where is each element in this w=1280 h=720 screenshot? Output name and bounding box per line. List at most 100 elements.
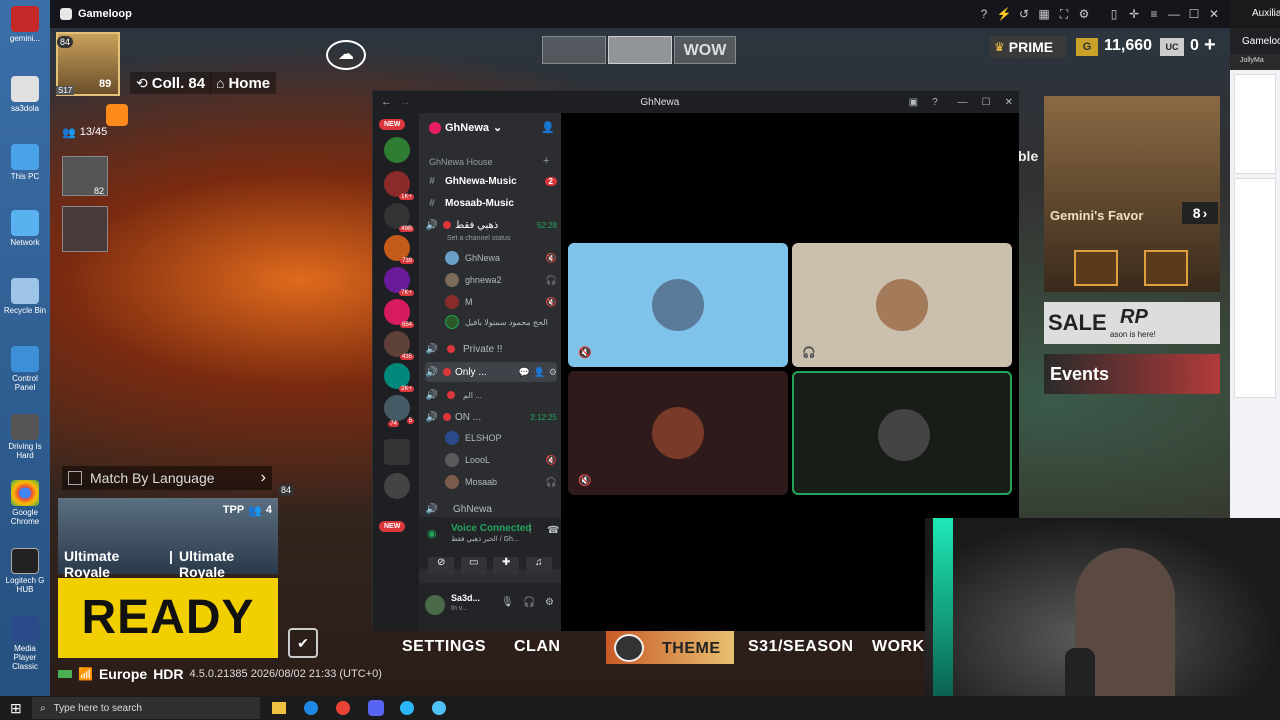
voice-user[interactable]: ghnewa2 🎧 [445, 271, 557, 289]
voice-channel[interactable]: 🔊 Only ... 💬 👤 ⚙ [425, 362, 557, 382]
close-icon[interactable]: ✕ [1005, 97, 1013, 108]
desktop-icon[interactable]: gemini... [2, 6, 48, 43]
edge-icon[interactable] [304, 701, 318, 715]
headphones-icon[interactable]: 🎧 [523, 597, 535, 608]
shop-cart-icon[interactable] [1144, 250, 1188, 286]
guild-icon[interactable] [384, 439, 410, 465]
participant-tile[interactable]: 🎧 [792, 243, 1012, 367]
app-icon[interactable] [400, 701, 414, 715]
ready-button[interactable]: READY [58, 578, 278, 658]
participant-tile-speaking[interactable] [792, 371, 1012, 495]
guild-icon[interactable] [384, 473, 410, 499]
taskbar-search[interactable]: ⌕ Type here to search [32, 697, 260, 719]
prime-button[interactable]: ♛ PRIME [990, 36, 1066, 58]
guild-icon[interactable]: 654 [384, 299, 414, 328]
tab-wow[interactable]: WOW [674, 36, 736, 64]
minimize-icon[interactable]: — [958, 97, 968, 108]
gear-icon[interactable]: ⚙ [549, 367, 557, 378]
file-explorer-icon[interactable] [272, 702, 286, 714]
desktop-icon[interactable]: Media Player Classic [2, 616, 48, 671]
voice-channel[interactable]: 🔊 Private !! [425, 339, 557, 359]
desktop-icon[interactable]: Google Chrome [2, 480, 48, 526]
add-uc-icon[interactable]: + [1204, 34, 1216, 57]
windows-start-icon[interactable]: ⊞ [10, 700, 22, 717]
invite-icon[interactable]: 👤 [534, 367, 545, 378]
noise-suppression-icon[interactable]: ⫶ [529, 525, 532, 536]
screen-share-icon[interactable]: ▭ [460, 557, 487, 575]
voice-connected-channel[interactable]: الحبر ذهبي فقط / Gh... [451, 535, 519, 543]
lightning-icon[interactable]: ⚡ [994, 7, 1014, 21]
menu-icon[interactable]: ≡ [1144, 7, 1164, 21]
menu-clan[interactable]: CLAN [514, 638, 560, 656]
tab-lobby[interactable] [542, 36, 606, 64]
bell-icon[interactable] [106, 104, 128, 126]
settings-icon[interactable]: ⚙ [1074, 7, 1094, 21]
chrome-icon[interactable] [336, 701, 350, 715]
voice-channel[interactable]: 🔊 ON ... 2:12:25 [425, 407, 557, 427]
desktop-icon[interactable]: Recycle Bin [2, 278, 48, 315]
maximize-icon[interactable]: ☐ [1184, 7, 1204, 21]
gemini-favor-panel[interactable]: Gemini's Favor 8 › [1044, 96, 1220, 292]
activities-icon[interactable]: ✚ [493, 557, 520, 575]
guild-icon[interactable] [384, 137, 410, 163]
back-icon[interactable]: ↺ [1014, 7, 1034, 21]
guild-icon[interactable]: 1K+ [384, 171, 414, 200]
server-header[interactable]: GhNewa ⌄ [429, 121, 502, 134]
guild-icon[interactable]: 7K+ [384, 267, 414, 296]
menu-theme[interactable]: THEME [662, 640, 721, 658]
voice-user[interactable]: الحج محمود سمنولا بافيل [445, 313, 557, 331]
home-button[interactable]: ⌂ Home [210, 72, 277, 94]
app-icon[interactable] [432, 701, 446, 715]
auxilia-tab[interactable]: JollyMa [1230, 54, 1280, 70]
discord-icon[interactable] [368, 700, 384, 716]
desktop-icon[interactable]: Logitech G HUB [2, 548, 48, 594]
sale-rp-panel[interactable]: SALE RP ason is here! [1044, 302, 1220, 344]
help-icon[interactable]: ? [932, 97, 938, 108]
desktop-icon[interactable]: Network [2, 210, 48, 247]
voice-user[interactable]: LoooL 🔇 [445, 451, 557, 469]
add-member-icon[interactable]: 👤 [541, 121, 555, 134]
desktop-icon[interactable]: Driving Is Hard [2, 414, 48, 460]
crate-icon[interactable] [1074, 250, 1118, 286]
aux-form[interactable] [1234, 178, 1276, 398]
avatar[interactable] [425, 595, 445, 615]
tab-vehicle[interactable] [608, 36, 672, 64]
disconnect-icon[interactable]: ☎ [547, 525, 559, 536]
add-channel-icon[interactable]: + [543, 155, 549, 167]
minimize-icon[interactable]: — [1164, 7, 1184, 21]
voice-channel[interactable]: 🔊 الم ... [425, 385, 557, 405]
party-slot-avatar[interactable] [62, 206, 108, 252]
voice-user[interactable]: GhNewa 🔇 [445, 249, 557, 267]
back-icon[interactable]: ← [381, 96, 392, 108]
channel-status[interactable]: Set a channel status [447, 235, 510, 242]
text-channel[interactable]: # Mosaab-Music [425, 193, 557, 213]
sidebar-icon[interactable]: ▯ [1104, 7, 1124, 21]
microphone-icon[interactable]: 🎙 [501, 597, 514, 608]
cloud-upload-icon[interactable]: ☁ [326, 40, 366, 70]
category-header[interactable]: GhNewa House [429, 157, 493, 167]
user-settings-icon[interactable]: ⚙ [545, 597, 554, 608]
forward-icon[interactable]: → [400, 96, 411, 108]
guild-icon[interactable]: 739 [384, 235, 414, 264]
voice-channel[interactable]: 🔊 GhNewa [425, 499, 557, 519]
pin-icon[interactable]: ✛ [1124, 7, 1144, 21]
text-channel[interactable]: # GhNewa-Music 2 [425, 171, 557, 191]
menu-settings[interactable]: SETTINGS [402, 638, 486, 656]
signal-icon[interactable]: ◉ [427, 527, 437, 540]
coll-button[interactable]: ⟲ Coll. 84 [130, 72, 212, 94]
desktop-icon[interactable]: sa3dola [2, 76, 48, 113]
voice-user[interactable]: Mosaab 🎧 [445, 473, 557, 491]
chat-icon[interactable]: 💬 [518, 367, 529, 378]
match-by-language-button[interactable]: Match By Language › [62, 466, 272, 490]
events-panel[interactable]: Events [1044, 354, 1220, 394]
help-icon[interactable]: ? [974, 7, 994, 21]
guild-icon[interactable]: 435 [384, 331, 414, 360]
shield-icon[interactable]: ✔ [288, 628, 318, 658]
close-icon[interactable]: ✕ [1204, 7, 1224, 21]
guild-icon[interactable]: 49B [384, 203, 414, 232]
participant-tile[interactable]: 🔇 [568, 371, 788, 495]
desktop-icon[interactable]: Control Panel [2, 346, 48, 392]
camera-off-icon[interactable]: ⊘ [428, 557, 455, 575]
participant-tile[interactable]: 🔇 [568, 243, 788, 367]
aux-card[interactable] [1234, 74, 1276, 174]
